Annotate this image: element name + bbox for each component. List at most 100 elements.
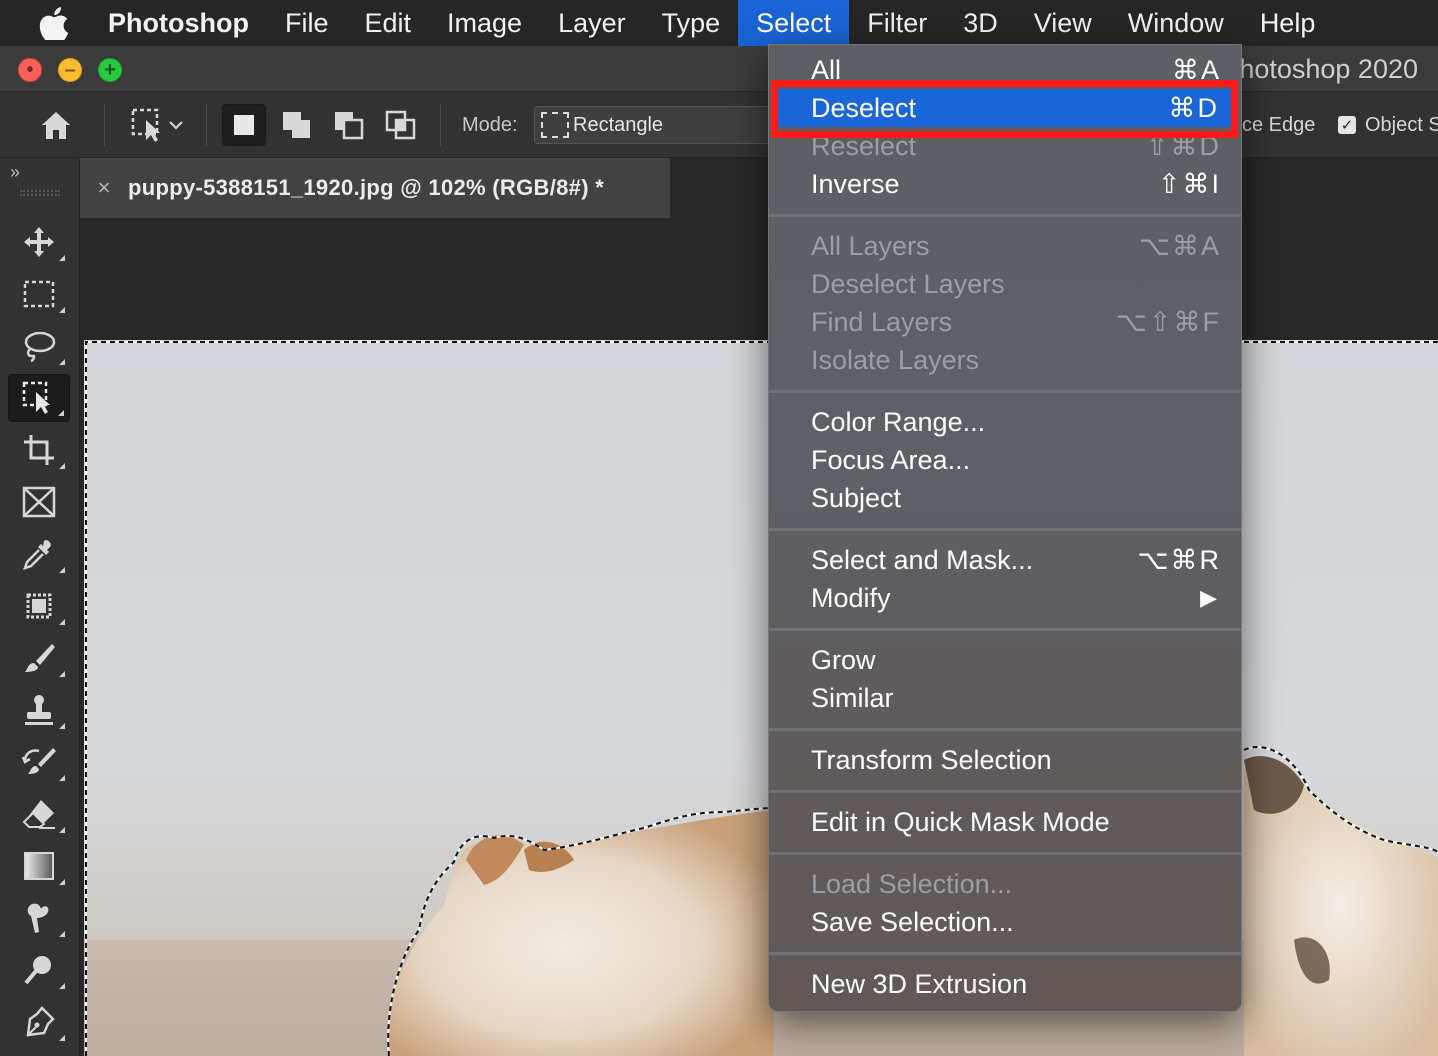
add-to-selection-button[interactable] <box>275 104 319 146</box>
mode-select[interactable]: Rectangle <box>534 106 784 144</box>
intersect-selection-button[interactable] <box>379 104 423 146</box>
menu-item-grow[interactable]: Grow <box>769 641 1241 679</box>
gradient-tool[interactable] <box>8 842 70 890</box>
rectangular-marquee-icon <box>23 280 55 308</box>
window-close-button[interactable]: • <box>18 58 42 82</box>
dodge-tool[interactable] <box>8 946 70 994</box>
subtract-from-selection-button[interactable] <box>327 104 371 146</box>
move-icon <box>24 227 54 257</box>
close-icon: • <box>26 59 34 81</box>
history-brush-icon <box>21 748 56 774</box>
eraser-icon <box>22 800 55 829</box>
mode-select-value: Rectangle <box>573 113 664 136</box>
menubar-window[interactable]: Window <box>1110 0 1242 46</box>
move-tool[interactable] <box>8 218 70 266</box>
object-subtract-label: Object S <box>1365 114 1438 136</box>
menubar-edit[interactable]: Edit <box>347 0 430 46</box>
object-selection-tool[interactable] <box>8 374 70 422</box>
frame-icon <box>22 486 56 518</box>
patch-tool[interactable] <box>8 582 70 630</box>
tool-preset-picker[interactable] <box>118 104 194 146</box>
home-icon <box>42 112 70 139</box>
object-selection-icon <box>131 108 160 142</box>
menu-item-transform-selection[interactable]: Transform Selection <box>769 741 1241 779</box>
menubar-file[interactable]: File <box>267 0 347 46</box>
select-menu-dropdown: All ⌘A Deselect ⌘D Reselect ⇧⌘D Inverse … <box>768 44 1242 1012</box>
home-button[interactable] <box>34 104 78 146</box>
menu-item-new-3d-extrusion[interactable]: New 3D Extrusion <box>769 965 1241 1003</box>
pen-tool[interactable] <box>8 998 70 1046</box>
menubar-app-name[interactable]: Photoshop <box>108 0 267 46</box>
menubar-filter[interactable]: Filter <box>849 0 945 46</box>
crop-icon <box>24 435 54 465</box>
eyedropper-icon <box>23 540 51 570</box>
menu-item-similar[interactable]: Similar <box>769 679 1241 717</box>
eraser-tool[interactable] <box>8 790 70 838</box>
lasso-icon <box>24 331 56 363</box>
stamp-icon <box>25 695 53 725</box>
subtract-selection-icon <box>335 112 364 140</box>
menubar-view[interactable]: View <box>1016 0 1110 46</box>
menu-item-save-selection[interactable]: Save Selection... <box>769 903 1241 941</box>
menu-item-find-layers[interactable]: Find Layers ⌥⇧⌘F <box>769 303 1241 341</box>
menubar-image[interactable]: Image <box>429 0 540 46</box>
panel-grip[interactable] <box>20 190 60 196</box>
menu-separator <box>769 214 1241 217</box>
menu-item-subject[interactable]: Subject <box>769 479 1241 517</box>
tab-close-icon[interactable]: × <box>80 175 128 201</box>
mode-label: Mode: <box>462 114 518 136</box>
submenu-arrow-icon: ▶ <box>1200 585 1219 610</box>
menu-separator <box>769 790 1241 793</box>
window-zoom-button[interactable]: + <box>98 58 122 82</box>
marquee-tool[interactable] <box>8 270 70 318</box>
new-selection-button[interactable] <box>222 104 266 146</box>
lasso-tool[interactable] <box>8 322 70 370</box>
menubar-3d[interactable]: 3D <box>945 0 1016 46</box>
menu-item-deselect-layers[interactable]: Deselect Layers <box>769 265 1241 303</box>
menu-item-select-and-mask[interactable]: Select and Mask... ⌥⌘R <box>769 541 1241 579</box>
smudge-tool[interactable] <box>8 894 70 942</box>
zoom-icon: + <box>104 59 116 81</box>
new-selection-icon <box>234 115 254 135</box>
chevron-down-icon <box>169 121 183 130</box>
brush-icon <box>25 644 55 672</box>
menu-separator <box>769 628 1241 631</box>
menu-item-color-range[interactable]: Color Range... <box>769 403 1241 441</box>
menu-item-load-selection[interactable]: Load Selection... <box>769 865 1241 903</box>
menubar-layer[interactable]: Layer <box>540 0 644 46</box>
apple-menu-icon[interactable] <box>0 0 108 46</box>
menu-item-quick-mask[interactable]: Edit in Quick Mask Mode <box>769 803 1241 841</box>
menu-separator <box>769 728 1241 731</box>
menu-item-modify[interactable]: Modify ▶ <box>769 579 1241 617</box>
object-subtract-checkbox[interactable]: ✓ <box>1338 116 1356 134</box>
enhance-edge-label[interactable]: ce Edge <box>1242 114 1315 137</box>
menu-item-isolate-layers[interactable]: Isolate Layers <box>769 341 1241 379</box>
patch-icon <box>26 593 52 619</box>
menu-separator <box>769 852 1241 855</box>
window-minimize-button[interactable]: – <box>58 58 82 82</box>
menu-item-all-layers[interactable]: All Layers ⌥⌘A <box>769 227 1241 265</box>
intersect-selection-icon <box>385 110 416 140</box>
smudge-icon <box>27 903 49 933</box>
clone-stamp-tool[interactable] <box>8 686 70 734</box>
collapse-panel-icon[interactable]: ›› <box>10 162 20 183</box>
add-selection-icon <box>283 112 310 138</box>
menubar-select[interactable]: Select <box>738 0 850 46</box>
frame-tool[interactable] <box>8 478 70 526</box>
window-title: hotoshop 2020 <box>1239 54 1418 84</box>
menu-separator <box>769 390 1241 393</box>
history-brush-tool[interactable] <box>8 738 70 786</box>
rectangle-mode-icon <box>541 112 569 138</box>
eyedropper-tool[interactable] <box>8 530 70 578</box>
dodge-icon <box>24 956 51 985</box>
brush-tool[interactable] <box>8 634 70 682</box>
menubar-help[interactable]: Help <box>1242 0 1334 46</box>
menu-item-inverse[interactable]: Inverse ⇧⌘I <box>769 165 1241 203</box>
pen-icon <box>26 1006 55 1037</box>
menu-item-focus-area[interactable]: Focus Area... <box>769 441 1241 479</box>
minimize-icon: – <box>64 59 76 81</box>
gradient-icon <box>24 852 54 880</box>
document-tab[interactable]: × puppy-5388151_1920.jpg @ 102% (RGB/8#)… <box>80 158 670 218</box>
crop-tool[interactable] <box>8 426 70 474</box>
menubar-type[interactable]: Type <box>644 0 739 46</box>
